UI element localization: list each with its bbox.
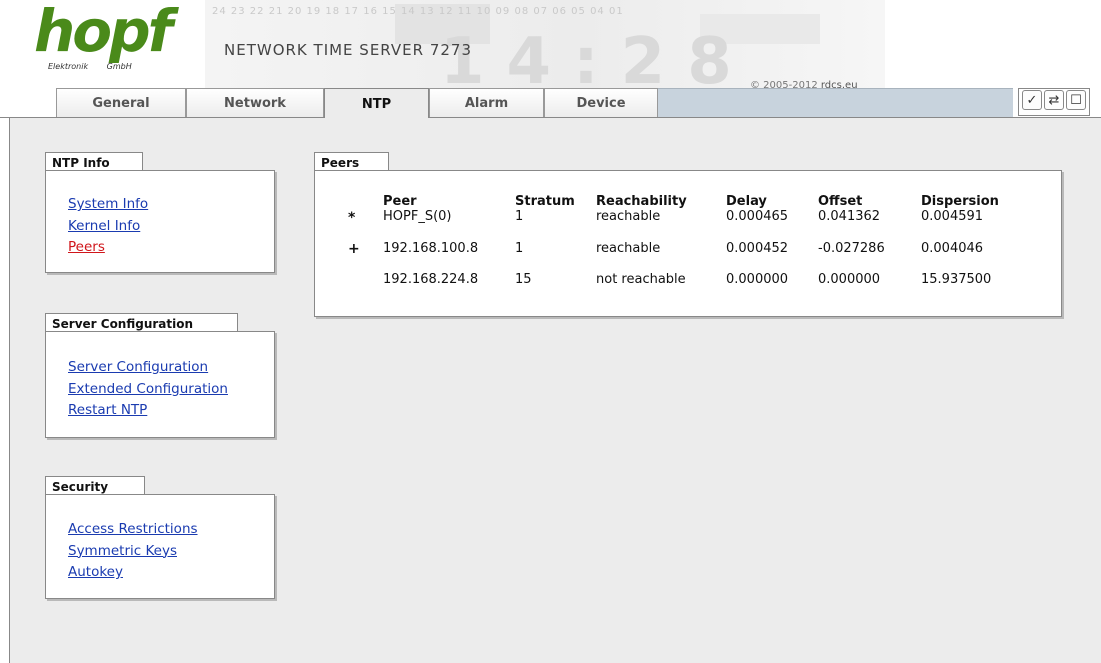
tab-general[interactable]: General: [56, 88, 186, 117]
peer-offset: -0.027286: [818, 241, 885, 256]
server-configuration-panel: Server Configuration Extended Configurat…: [45, 331, 275, 438]
server-configuration-title: Server Configuration: [45, 313, 238, 332]
tab-network[interactable]: Network: [186, 88, 324, 117]
column-header-stratum: Stratum: [515, 194, 575, 209]
header-decor-digits: 24 23 22 21 20 19 18 17 16 15 14 13 12 1…: [212, 6, 624, 17]
peer-reachability: reachable: [596, 209, 661, 224]
peer-flag: +: [348, 241, 360, 257]
column-header-dispersion: Dispersion: [921, 194, 999, 209]
peer-flag: *: [348, 210, 356, 226]
logo-wordmark: hopf: [34, 0, 173, 65]
logo-subtitle: Elektronik GmbH: [48, 62, 132, 71]
peer-reachability: not reachable: [596, 272, 686, 287]
ntp-info-title: NTP Info: [45, 152, 143, 171]
check-icon[interactable]: ✓: [1022, 90, 1042, 110]
security-title: Security: [45, 476, 145, 495]
security-panel: Access Restrictions Symmetric Keys Autok…: [45, 494, 275, 599]
peer-offset: 0.000000: [818, 272, 881, 287]
peer-dispersion: 0.004046: [921, 241, 984, 256]
peer-name: 192.168.224.8: [383, 272, 479, 287]
peers-panel: Peer Stratum Reachability Delay Offset D…: [314, 170, 1062, 317]
tab-ntp[interactable]: NTP: [324, 88, 429, 119]
column-header-offset: Offset: [818, 194, 863, 209]
page-header: 24 23 22 21 20 19 18 17 16 15 14 13 12 1…: [0, 0, 1101, 94]
link-restart-ntp[interactable]: Restart NTP: [68, 400, 274, 422]
peer-stratum: 1: [515, 241, 524, 256]
column-header-delay: Delay: [726, 194, 767, 209]
peer-stratum: 15: [515, 272, 532, 287]
main-tab-bar: General Network NTP Alarm Device ✓ ⇄ ☐: [0, 88, 1101, 119]
link-server-configuration[interactable]: Server Configuration: [68, 357, 274, 379]
tab-device[interactable]: Device: [544, 88, 658, 117]
link-autokey[interactable]: Autokey: [68, 562, 274, 584]
peer-delay: 0.000452: [726, 241, 789, 256]
link-system-info[interactable]: System Info: [68, 194, 274, 216]
page-toolbar: ✓ ⇄ ☐: [1018, 88, 1090, 116]
content-area: NTP Info System Info Kernel Info Peers S…: [9, 118, 1101, 663]
column-header-reachability: Reachability: [596, 194, 687, 209]
save-icon[interactable]: ☐: [1066, 90, 1086, 110]
peer-delay: 0.000000: [726, 272, 789, 287]
product-title: NETWORK TIME SERVER 7273: [224, 41, 473, 59]
column-header-peer: Peer: [383, 194, 417, 209]
header-decor-clock: 14:28: [440, 25, 754, 99]
link-symmetric-keys[interactable]: Symmetric Keys: [68, 541, 274, 563]
tab-bar-fill: [658, 88, 1013, 119]
peer-delay: 0.000465: [726, 209, 789, 224]
peer-reachability: reachable: [596, 241, 661, 256]
peer-dispersion: 15.937500: [921, 272, 992, 287]
peer-dispersion: 0.004591: [921, 209, 984, 224]
peer-name: HOPF_S(0): [383, 209, 452, 224]
ntp-info-panel: System Info Kernel Info Peers: [45, 170, 275, 273]
link-peers[interactable]: Peers: [68, 237, 274, 259]
peer-offset: 0.041362: [818, 209, 881, 224]
peer-name: 192.168.100.8: [383, 241, 479, 256]
tab-alarm[interactable]: Alarm: [429, 88, 544, 117]
refresh-icon[interactable]: ⇄: [1044, 90, 1064, 110]
hopf-logo: hopf Elektronik GmbH: [34, 2, 173, 76]
link-kernel-info[interactable]: Kernel Info: [68, 216, 274, 238]
link-access-restrictions[interactable]: Access Restrictions: [68, 519, 274, 541]
link-extended-configuration[interactable]: Extended Configuration: [68, 379, 274, 401]
peer-stratum: 1: [515, 209, 524, 224]
peers-title: Peers: [314, 152, 389, 171]
